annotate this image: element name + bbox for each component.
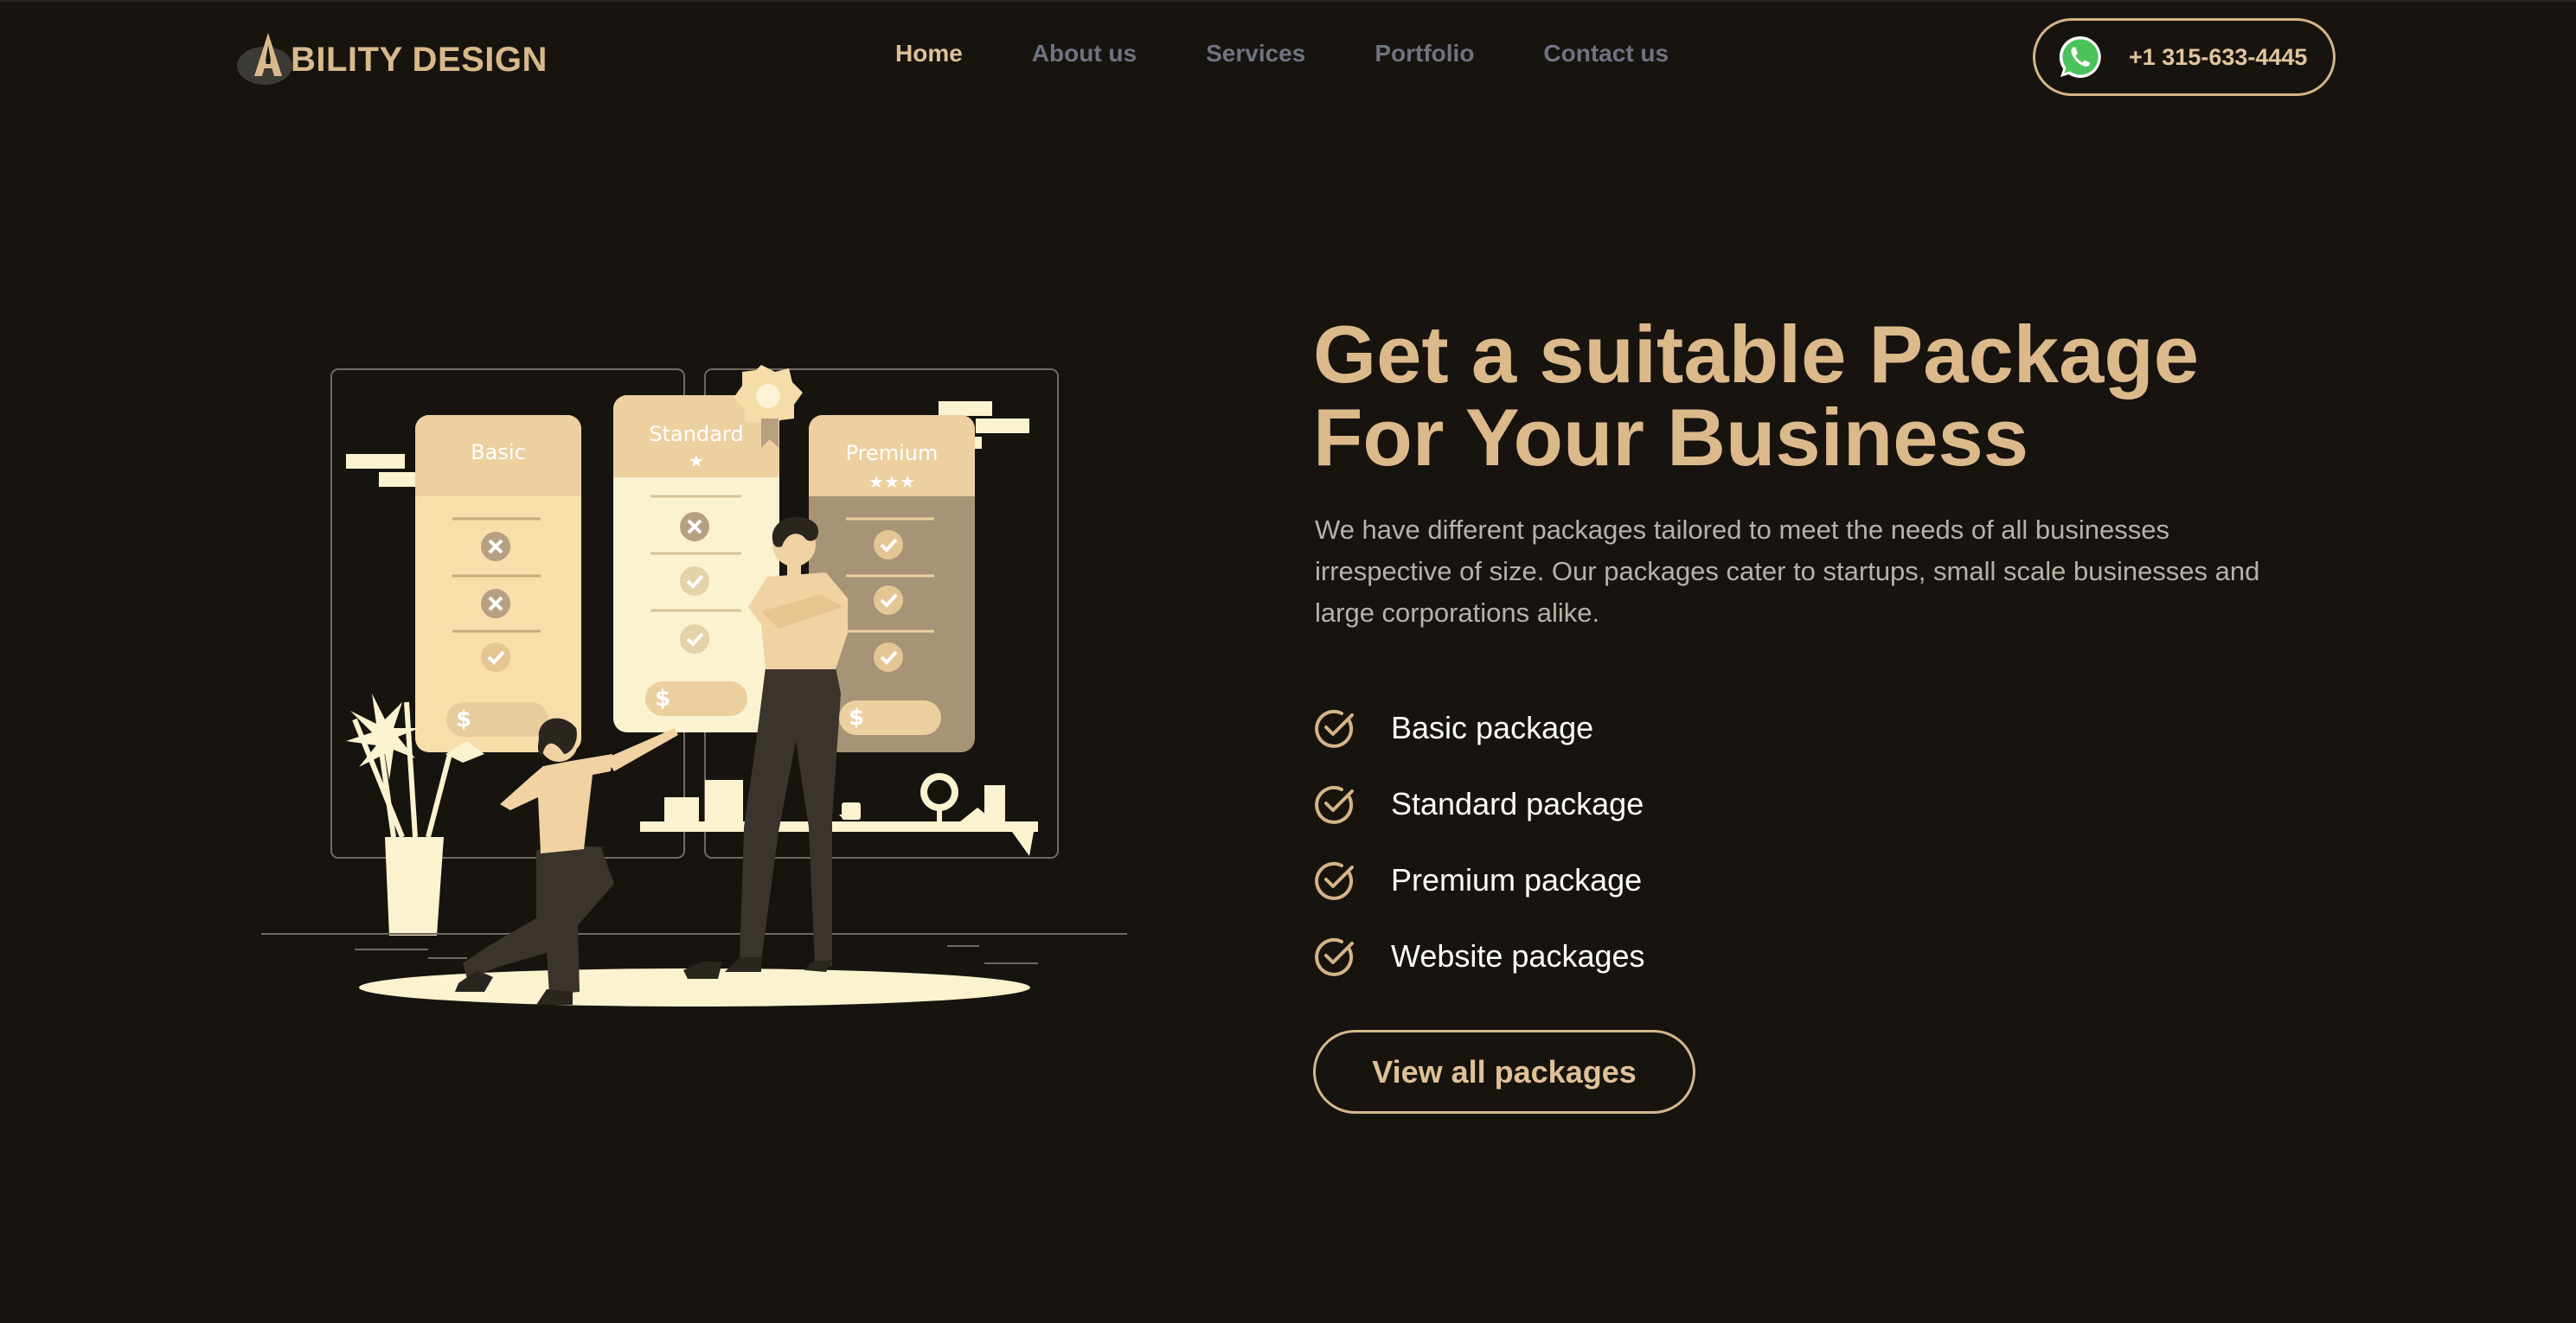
hero-headline: Get a suitable Package For Your Business [1313, 313, 2394, 479]
svg-text:★: ★ [689, 451, 704, 471]
nav-home[interactable]: Home [895, 40, 963, 67]
hero-headline-line-1: Get a suitable Package [1313, 309, 2200, 399]
ability-a-icon [234, 26, 303, 88]
view-all-packages-button[interactable]: View all packages [1313, 1030, 1695, 1114]
list-item: Standard package [1313, 766, 1645, 842]
brand-name: BILITY DESIGN [291, 40, 548, 79]
premium-card-title: Premium [846, 441, 939, 465]
nav-contact-us[interactable]: Contact us [1543, 40, 1669, 67]
main-nav: Home About us Services Portfolio Contact… [895, 40, 1669, 67]
svg-text:$: $ [849, 705, 864, 731]
basic-card-title: Basic [471, 440, 526, 464]
list-item: Premium package [1313, 842, 1645, 918]
hero-description: We have different packages tailored to m… [1315, 514, 2260, 628]
check-circle-icon [1313, 783, 1356, 826]
svg-text:★★★: ★★★ [868, 471, 915, 492]
package-label-premium: Premium package [1391, 862, 1643, 898]
package-label-website: Website packages [1391, 938, 1645, 974]
phone-number: +1 315-633-4445 [2129, 43, 2308, 70]
basic-plan-card: $ Basic [415, 415, 581, 752]
nav-about-us[interactable]: About us [1032, 40, 1137, 67]
check-circle-icon [1313, 859, 1356, 902]
basic-price-currency: $ [456, 706, 471, 732]
list-item: Basic package [1313, 690, 1645, 766]
package-label-basic: Basic package [1391, 710, 1594, 745]
list-item: Website packages [1313, 918, 1645, 994]
brand-logo[interactable]: BILITY DESIGN [234, 26, 548, 88]
nav-portfolio[interactable]: Portfolio [1375, 40, 1474, 67]
standard-card-title: Standard [649, 422, 743, 446]
check-circle-icon [1313, 706, 1356, 750]
hero-headline-line-2: For Your Business [1313, 392, 2029, 483]
package-label-standard: Standard package [1391, 786, 1644, 821]
whatsapp-phone-button[interactable]: +1 315-633-4445 [2033, 18, 2336, 96]
check-circle-icon [1313, 935, 1356, 978]
whatsapp-icon [2056, 33, 2105, 81]
pricing-illustration: $ Basic Standard ★ $ Premium ★★★ $ [251, 348, 1150, 1031]
landing-page: BILITY DESIGN Home About us Services Por… [0, 0, 2576, 1323]
nav-services[interactable]: Services [1206, 40, 1305, 67]
svg-text:$: $ [655, 686, 670, 712]
package-list: Basic package Standard package Premium p… [1313, 690, 1645, 994]
